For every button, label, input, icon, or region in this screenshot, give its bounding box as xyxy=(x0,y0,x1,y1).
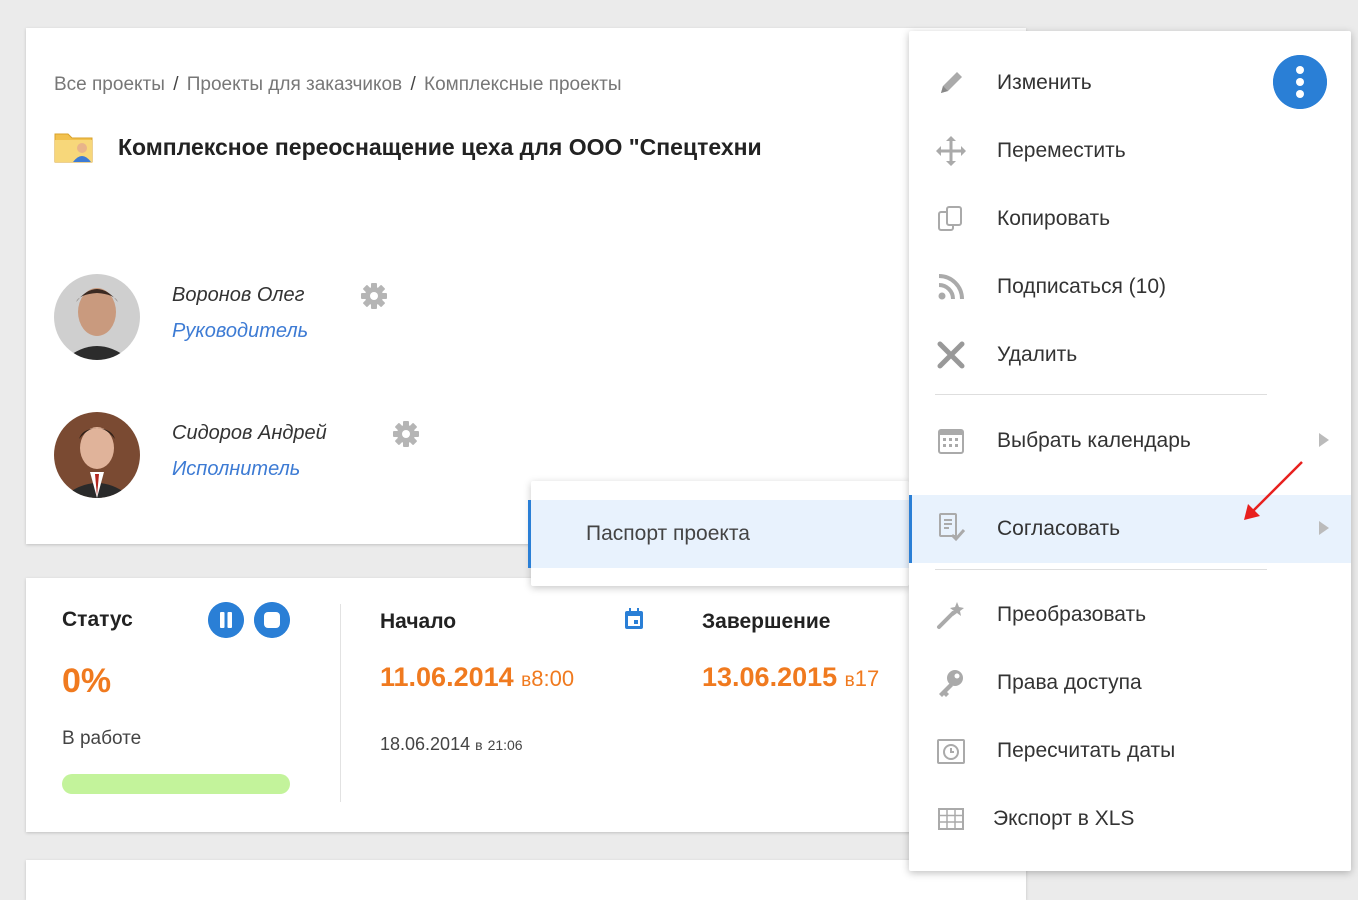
start-date: 11.06.2014 в8:00 xyxy=(380,662,574,693)
menu-item-copy[interactable]: Копировать xyxy=(909,191,1351,249)
status-percent: 0% xyxy=(62,662,112,700)
gear-icon[interactable] xyxy=(360,282,388,310)
avatar[interactable] xyxy=(54,412,140,498)
start-date-value: 11.06.2014 xyxy=(380,662,514,692)
pencil-icon xyxy=(941,72,962,93)
menu-item-label: Изменить xyxy=(997,71,1092,94)
start-label: Начало xyxy=(380,610,457,633)
breadcrumb-separator: / xyxy=(410,74,416,95)
menu-item-label: Согласовать xyxy=(997,517,1121,540)
magic-wand-icon xyxy=(937,602,964,629)
recalc-dates-icon xyxy=(937,739,965,764)
table-icon xyxy=(938,808,964,830)
submenu-item-project-passport[interactable]: Паспорт проекта xyxy=(528,500,909,568)
menu-item-label: Копировать xyxy=(997,207,1111,230)
menu-item-label: Преобразовать xyxy=(997,603,1147,626)
page-title: Комплексное переоснащение цеха для ООО "… xyxy=(118,134,762,160)
submenu-arrow-icon xyxy=(1319,433,1329,447)
member-name: Воронов Олег xyxy=(172,284,305,306)
menu-item-label: Удалить xyxy=(997,343,1078,366)
divider xyxy=(340,604,341,802)
status-card: Статус 0% В работе Начало 11.06.2014 в8:… xyxy=(26,578,1026,832)
gear-icon[interactable] xyxy=(392,420,420,448)
menu-item-label: Пересчитать даты xyxy=(997,739,1176,762)
project-card: Все проекты / Проекты для заказчиков / К… xyxy=(26,28,1026,544)
menu-item-recalculate-dates[interactable]: Пересчитать даты xyxy=(909,723,1351,781)
annotation-arrow-icon xyxy=(1244,461,1303,520)
menu-item-export-xls[interactable]: Экспорт в XLS xyxy=(909,791,1351,849)
finish-date: 13.06.2015 в17 xyxy=(702,662,879,693)
menu-item-label: Выбрать календарь xyxy=(997,429,1191,452)
member-manager: Воронов Олег Руководитель xyxy=(54,274,554,360)
calendar-icon[interactable] xyxy=(624,608,644,630)
status-label: Статус xyxy=(62,608,133,631)
menu-item-label: Экспорт в XLS xyxy=(993,807,1135,830)
breadcrumb-item-client-projects[interactable]: Проекты для заказчиков xyxy=(187,74,402,95)
menu-divider xyxy=(935,394,1267,395)
status-state: В работе xyxy=(62,728,142,749)
breadcrumb: Все проекты / Проекты для заказчиков / К… xyxy=(54,74,622,96)
next-card xyxy=(26,860,1026,900)
close-icon xyxy=(937,341,965,369)
finish-date-value: 13.06.2015 xyxy=(702,662,838,692)
submenu-item-label: Паспорт проекта xyxy=(586,522,750,545)
breadcrumb-item-all-projects[interactable]: Все проекты xyxy=(54,74,165,95)
member-role-link[interactable]: Руководитель xyxy=(172,320,308,343)
submenu-arrow-icon xyxy=(1319,521,1329,535)
finish-label: Завершение xyxy=(702,610,831,633)
menu-item-convert[interactable]: Преобразовать xyxy=(909,587,1351,645)
start-actual-date: 18.06.2014 в 21:06 xyxy=(380,734,523,755)
folder-user-icon xyxy=(54,133,93,163)
menu-item-delete[interactable]: Удалить xyxy=(909,327,1351,385)
menu-item-label: Права доступа xyxy=(997,671,1142,694)
member-executor: Сидоров Андрей Исполнитель xyxy=(54,412,554,498)
breadcrumb-separator: / xyxy=(173,74,179,95)
calendar-icon xyxy=(938,429,964,454)
member-name: Сидоров Андрей xyxy=(172,422,327,444)
start-actual-date-value: 18.06.2014 xyxy=(380,734,471,754)
start-date-at: в xyxy=(521,670,532,691)
rss-icon xyxy=(938,274,964,300)
actions-menu: Изменить Переместить Копировать Подписат… xyxy=(909,31,1351,871)
stop-icon[interactable] xyxy=(254,602,290,638)
avatar[interactable] xyxy=(54,274,140,360)
approve-document-icon xyxy=(939,513,966,542)
menu-item-move[interactable]: Переместить xyxy=(909,123,1351,181)
start-actual-time: 21:06 xyxy=(487,737,523,753)
move-icon xyxy=(936,136,966,166)
finish-date-at: в xyxy=(844,670,855,691)
pause-icon[interactable] xyxy=(208,602,244,638)
progress-bar xyxy=(62,774,290,794)
menu-item-label: Подписаться (10) xyxy=(997,275,1166,298)
member-role-link[interactable]: Исполнитель xyxy=(172,458,300,481)
approve-submenu: Паспорт проекта xyxy=(528,481,909,586)
start-actual-at: в xyxy=(475,737,483,753)
menu-divider xyxy=(935,569,1267,570)
start-time: 8:00 xyxy=(531,666,575,691)
menu-item-access-rights[interactable]: Права доступа xyxy=(909,655,1351,713)
menu-item-edit[interactable]: Изменить xyxy=(909,55,1351,113)
breadcrumb-item-complex-projects[interactable]: Комплексные проекты xyxy=(424,74,622,95)
menu-item-label: Переместить xyxy=(997,139,1126,162)
finish-time: 17 xyxy=(854,666,880,691)
key-icon xyxy=(939,670,963,697)
copy-icon xyxy=(938,206,962,231)
menu-item-subscribe[interactable]: Подписаться (10) xyxy=(909,259,1351,317)
